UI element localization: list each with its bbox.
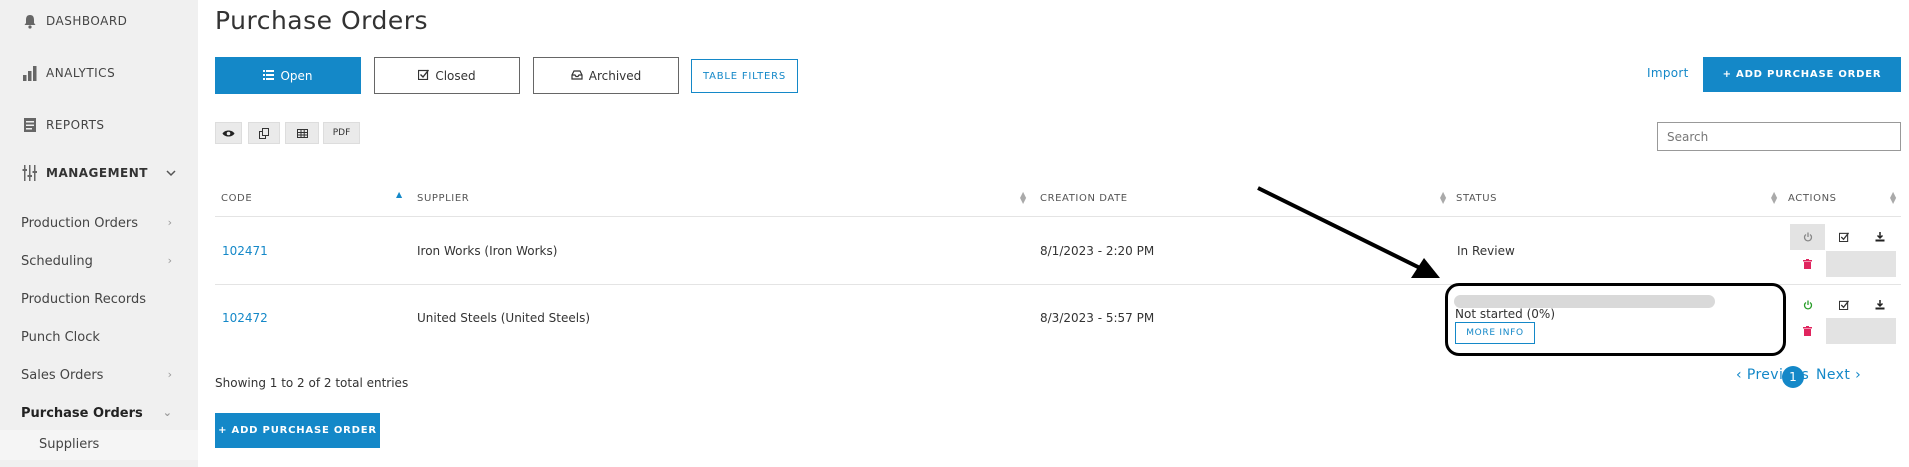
creation-date-cell: 8/1/2023 - 2:20 PM <box>1040 244 1155 258</box>
document-icon <box>22 117 38 133</box>
download-icon <box>1875 300 1884 310</box>
sidebar-section-management[interactable]: MANAGEMENT <box>0 165 198 181</box>
power-button[interactable] <box>1790 224 1825 250</box>
action-placeholder <box>1826 318 1896 344</box>
delete-button[interactable] <box>1790 251 1825 277</box>
column-header-status[interactable]: STATUS <box>1456 193 1497 204</box>
page-number-current[interactable]: 1 <box>1782 366 1804 388</box>
close-order-button[interactable] <box>1826 292 1861 318</box>
tab-label: Open <box>280 68 313 83</box>
column-header-code[interactable]: CODE <box>221 193 252 204</box>
creation-date-cell: 8/3/2023 - 5:57 PM <box>1040 311 1155 325</box>
sidebar-item-purchase-orders[interactable]: Purchase Orders ⌄ <box>0 406 198 421</box>
sort-icon[interactable]: ▲ ▼ <box>1020 191 1026 205</box>
status-cell: In Review <box>1457 244 1515 258</box>
sort-asc-icon[interactable]: ▲ <box>396 191 402 199</box>
add-purchase-order-button-bottom[interactable]: + ADD PURCHASE ORDER <box>215 413 380 448</box>
tab-closed[interactable]: Closed <box>374 57 520 94</box>
sort-icon[interactable]: ▲ ▼ <box>1771 191 1777 205</box>
code-link[interactable]: 102471 <box>222 244 268 258</box>
sidebar-item-label: Purchase Orders <box>21 406 143 421</box>
tab-label: Archived <box>588 68 642 83</box>
annotation-highlight-box <box>1445 283 1786 356</box>
supplier-cell: Iron Works (Iron Works) <box>417 244 558 258</box>
chevron-down-icon <box>166 166 176 180</box>
sidebar-item-label: Production Orders <box>21 216 139 231</box>
entries-summary: Showing 1 to 2 of 2 total entries <box>215 376 409 390</box>
trash-icon <box>1803 326 1812 336</box>
sidebar-item-label: ANALYTICS <box>46 66 116 80</box>
search-input[interactable] <box>1657 122 1901 151</box>
chevron-right-icon: › <box>167 368 172 381</box>
sidebar-item-label: Punch Clock <box>21 330 100 345</box>
chevron-right-icon: › <box>167 254 172 267</box>
check-square-icon <box>1838 232 1849 242</box>
sidebar-item-dashboard[interactable]: DASHBOARD <box>0 13 127 29</box>
column-header-actions: ACTIONS <box>1788 193 1837 204</box>
tab-open[interactable]: Open <box>215 57 361 94</box>
sidebar-item-label: Scheduling <box>21 254 93 269</box>
download-button[interactable] <box>1862 224 1897 250</box>
pdf-export-button[interactable]: PDF <box>323 122 360 144</box>
sidebar: DASHBOARD ANALYTICS REPORTS MANAGEMENT P… <box>0 0 198 467</box>
next-page-link[interactable]: Next › <box>1816 367 1861 383</box>
close-order-button[interactable] <box>1826 224 1861 250</box>
table-icon[interactable] <box>285 122 319 144</box>
sidebar-item-label: DASHBOARD <box>46 14 128 28</box>
list-icon <box>263 69 275 83</box>
bar-chart-icon <box>22 65 38 81</box>
import-link[interactable]: Import <box>1647 66 1689 80</box>
sidebar-item-label: REPORTS <box>46 118 105 132</box>
sidebar-item-label: Sales Orders <box>21 368 104 383</box>
action-placeholder <box>1826 251 1896 277</box>
column-header-supplier[interactable]: SUPPLIER <box>417 193 469 204</box>
code-link[interactable]: 102472 <box>222 311 268 325</box>
power-icon <box>1803 232 1812 242</box>
sidebar-subitem-label: Suppliers <box>39 437 100 452</box>
main-content: Purchase Orders Open Closed Archived TAB… <box>198 0 1909 467</box>
chevron-down-icon: ⌄ <box>162 406 172 419</box>
check-square-icon <box>1838 300 1849 310</box>
power-button[interactable] <box>1790 292 1825 318</box>
sidebar-section-label: MANAGEMENT <box>46 166 148 180</box>
page-title: Purchase Orders <box>215 6 429 35</box>
sidebar-item-sales-orders[interactable]: Sales Orders › <box>0 368 198 383</box>
tab-archived[interactable]: Archived <box>533 57 679 94</box>
download-button[interactable] <box>1862 292 1897 318</box>
column-header-creation-date[interactable]: CREATION DATE <box>1040 193 1128 204</box>
divider <box>215 216 1901 217</box>
eye-icon[interactable] <box>215 122 242 144</box>
sidebar-item-label: Production Records <box>21 292 146 307</box>
check-square-icon <box>418 69 430 83</box>
sidebar-item-production-records[interactable]: Production Records <box>0 292 198 307</box>
sidebar-item-production-orders[interactable]: Production Orders › <box>0 216 198 231</box>
chevron-right-icon: › <box>167 216 172 229</box>
bell-icon <box>22 13 38 29</box>
trash-icon <box>1803 259 1812 269</box>
sidebar-item-reports[interactable]: REPORTS <box>0 117 105 133</box>
sidebar-subitem-suppliers[interactable]: Suppliers <box>0 430 198 460</box>
sidebar-item-analytics[interactable]: ANALYTICS <box>0 65 115 81</box>
tab-label: Closed <box>435 68 476 83</box>
sliders-icon <box>22 165 38 181</box>
sidebar-item-punch-clock[interactable]: Punch Clock <box>0 330 198 345</box>
add-purchase-order-button[interactable]: + ADD PURCHASE ORDER <box>1703 57 1901 92</box>
power-icon <box>1803 300 1812 310</box>
inbox-icon <box>571 69 583 83</box>
table-filters-button[interactable]: TABLE FILTERS <box>691 59 798 93</box>
copy-icon[interactable] <box>248 122 280 144</box>
sidebar-item-scheduling[interactable]: Scheduling › <box>0 254 198 269</box>
supplier-cell: United Steels (United Steels) <box>417 311 591 325</box>
sort-icon[interactable]: ▲ ▼ <box>1890 191 1896 205</box>
download-icon <box>1875 232 1884 242</box>
delete-button[interactable] <box>1790 318 1825 344</box>
sort-icon[interactable]: ▲ ▼ <box>1440 191 1446 205</box>
